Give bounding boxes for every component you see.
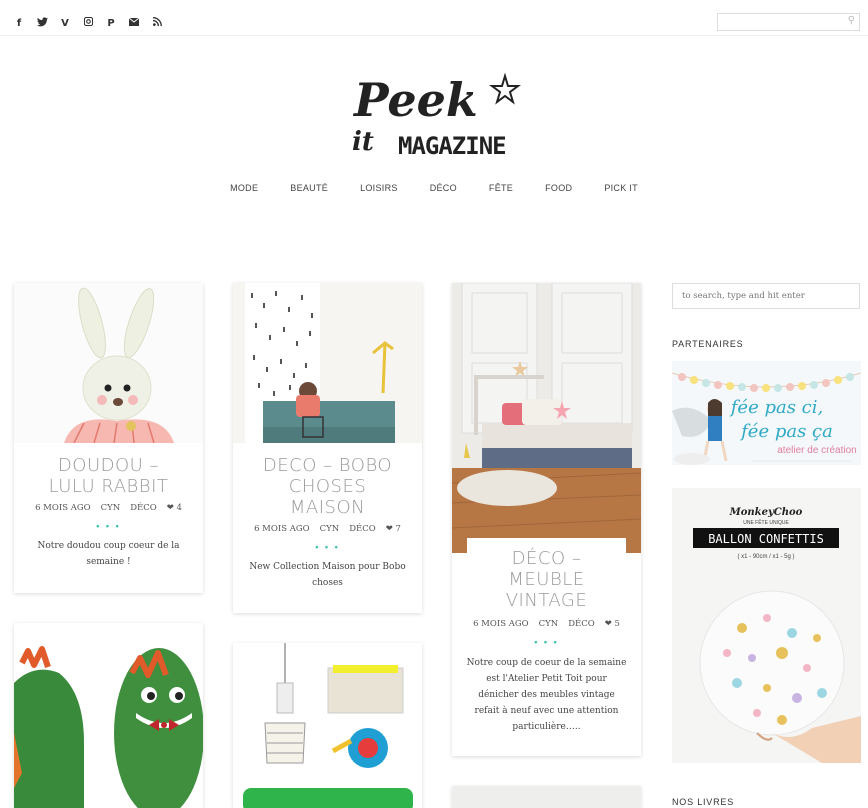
heart-icon: ❤ [385,524,393,534]
post-image[interactable] [452,283,641,553]
post-meta: 6 MOIS AGO CYN DÉCO ❤ 5 [452,619,641,629]
nav-item-food[interactable]: FOOD [529,183,588,193]
post-image[interactable] [452,786,641,808]
post-author[interactable]: CYN [101,503,121,513]
post-excerpt: Notre doudou coup coeur de la semaine ! [37,541,180,567]
site-header: Peek it MAGAZINE MODE BEAUTÉ LOISIRS DÉC… [0,36,868,232]
heart-icon: ❤ [166,503,174,513]
post-category[interactable]: DÉCO [130,503,157,513]
post-title[interactable]: DOUDOU – LULU RABBIT [34,455,183,497]
star-icon [489,72,521,105]
post-image[interactable] [14,283,203,443]
post-likes[interactable]: ❤ 7 [386,524,401,534]
post-excerpt: Notre coup de coeur de la semaine est l'A… [466,658,627,732]
heart-icon: ❤ [604,619,612,629]
post-title[interactable]: DECO – BOBO CHOSES MAISON [248,455,407,518]
post-author[interactable]: CYN [539,619,559,629]
sidebar-title-partenaires: PARTENAIRES [672,339,744,349]
post-card[interactable] [452,786,641,808]
post-excerpt: New Collection Maison pour Bobo choses [249,562,406,588]
site-logo[interactable]: Peek it MAGAZINE [350,64,530,164]
post-title-box: DÉCO – MEUBLE VINTAGE [467,538,626,611]
post-title[interactable]: DÉCO – MEUBLE VINTAGE [467,548,626,611]
rss-icon[interactable] [150,17,164,31]
nav-item-deco[interactable]: DÉCO [414,183,473,193]
ad1-line1: fée pas ci, [729,397,823,418]
logo-it: it [352,127,374,157]
ad2-banner: BALLON CONFETTIS [708,532,824,546]
main-nav: MODE BEAUTÉ LOISIRS DÉCO FÊTE FOOD PICK … [0,183,868,193]
logo-magazine: MAGAZINE [398,132,506,160]
sidebar-search-input[interactable]: to search, type and hit enter [672,283,860,309]
separator-dots: • • • [96,521,121,531]
facebook-icon[interactable]: f [12,17,26,31]
search-icon: ⚲ [847,15,855,26]
logo-peek: Peek [352,73,478,127]
post-author[interactable]: CYN [320,524,340,534]
post-image[interactable] [233,643,422,808]
nav-item-beaute[interactable]: BEAUTÉ [274,183,344,193]
ad2-brand: MonkeyChoo [729,507,803,518]
nav-item-pickit[interactable]: PICK IT [588,183,654,193]
post-meta: 6 MOIS AGO CYN DÉCO ❤ 4 [14,503,203,513]
nav-item-mode[interactable]: MODE [214,183,274,193]
post-image[interactable] [14,623,203,808]
post-date: 6 MOIS AGO [254,524,310,534]
twitter-icon[interactable] [35,17,49,31]
post-image[interactable] [233,283,422,443]
pinterest-icon[interactable]: P [104,17,118,31]
separator-dots: • • • [315,542,340,552]
post-card[interactable]: DÉCO – MEUBLE VINTAGE 6 MOIS AGO CYN DÉCO … [452,283,641,756]
nav-item-fete[interactable]: FÊTE [473,183,529,193]
post-likes[interactable]: ❤ 4 [167,503,182,513]
sidebar-title-nos-livres: NOS LIVRES [672,797,735,807]
instagram-icon[interactable] [81,16,95,31]
partner-ad-fee-pas-ci[interactable]: fée pas ci, fée pas ça atelier de créati… [672,361,861,465]
post-category[interactable]: DÉCO [349,524,376,534]
post-card[interactable] [14,623,203,808]
top-search-input[interactable]: ⚲ [717,13,860,31]
separator-dots: • • • [534,637,559,647]
post-card[interactable] [233,643,422,808]
post-card[interactable]: DOUDOU – LULU RABBIT 6 MOIS AGO CYN DÉCO … [14,283,203,593]
ad2-tagline: UNE FÊTE UNIQUE [743,518,789,526]
ad1-line3: atelier de création [777,445,857,456]
post-meta: 6 MOIS AGO CYN DÉCO ❤ 7 [233,524,422,534]
post-likes[interactable]: ❤ 5 [605,619,620,629]
sidebar-search-placeholder: to search, type and hit enter [682,291,805,301]
ad1-line2: fée pas ça [739,421,833,442]
post-title-box: DECO – BOBO CHOSES MAISON [248,443,407,518]
post-title-box: DOUDOU – LULU RABBIT [34,455,183,497]
post-category[interactable]: DÉCO [568,619,595,629]
top-bar: f V P ⚲ [0,0,868,36]
social-links: f V P [12,16,164,31]
partner-ad-monkeychoo[interactable]: MonkeyChoo UNE FÊTE UNIQUE BALLON CONFET… [672,488,861,763]
vimeo-icon[interactable]: V [58,17,72,31]
email-icon[interactable] [127,17,141,31]
post-date: 6 MOIS AGO [35,503,91,513]
ad2-sizes: ( x1 - 90cm / x1 - 5g ) [737,554,794,560]
post-date: 6 MOIS AGO [473,619,529,629]
post-card[interactable]: DECO – BOBO CHOSES MAISON 6 MOIS AGO CYN D… [233,283,422,613]
nav-item-loisirs[interactable]: LOISIRS [344,183,414,193]
